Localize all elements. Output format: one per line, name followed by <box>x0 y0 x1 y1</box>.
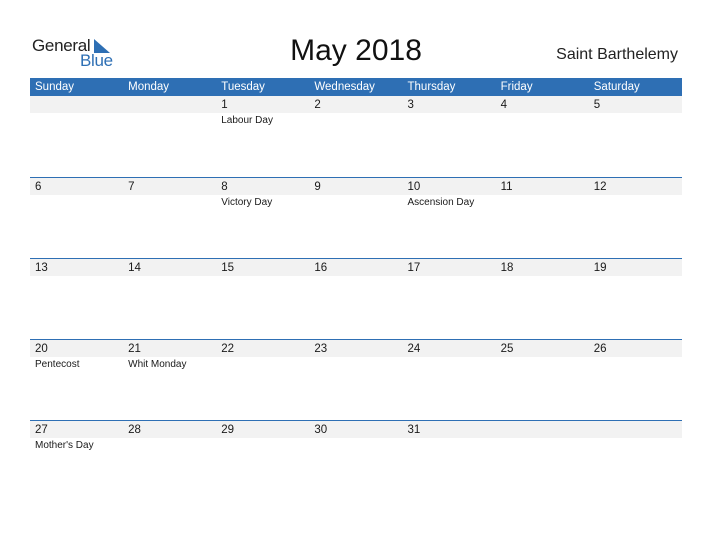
day-cell: 6 <box>30 178 123 258</box>
day-cell: 2 <box>309 96 402 176</box>
day-number: 26 <box>593 343 607 355</box>
day-number: 30 <box>314 424 328 436</box>
day-number: 20 <box>35 343 48 355</box>
day-cell <box>123 96 216 176</box>
day-cell: 26 <box>589 340 682 420</box>
day-number: 14 <box>128 262 141 274</box>
day-number: 4 <box>500 99 508 111</box>
weekday-thursday: Thursday <box>407 81 456 93</box>
weekday-wednesday: Wednesday <box>314 81 375 93</box>
calendar-grid: 1 Labour Day 2 3 4 5 6 7 8 Victory Day 9 10 Ascensio… <box>30 96 682 501</box>
week-row: 20 Pentecost 21 Whit Monday 22 23 24 25 26 <box>30 339 682 420</box>
day-number: 19 <box>593 262 607 274</box>
day-number: 9 <box>314 181 321 193</box>
day-cell: 23 <box>309 340 402 420</box>
day-number: 15 <box>221 262 235 274</box>
day-cell: 10 Ascension Day <box>403 178 496 258</box>
holiday-label: Pentecost <box>35 359 80 370</box>
day-cell: 20 Pentecost <box>30 340 123 420</box>
week-row: 6 7 8 Victory Day 9 10 Ascension Day 11 12 <box>30 177 682 258</box>
day-number: 25 <box>500 343 514 355</box>
day-cell: 8 Victory Day <box>216 178 309 258</box>
day-cell: 30 <box>309 421 402 501</box>
day-number: 5 <box>593 99 601 111</box>
day-cell: 31 <box>403 421 496 501</box>
day-cell: 1 Labour Day <box>216 96 309 176</box>
day-number: 8 <box>221 181 228 193</box>
day-number: 22 <box>221 343 235 355</box>
week-row: 1 Labour Day 2 3 4 5 <box>30 96 682 177</box>
day-cell: 13 <box>30 259 123 339</box>
day-cell <box>496 421 589 501</box>
day-number: 31 <box>407 424 421 436</box>
week-row: 27 Mother's Day 28 29 30 31 <box>30 420 682 501</box>
week-row: 13 14 15 16 17 18 19 <box>30 258 682 339</box>
holiday-label: Victory Day <box>221 197 273 208</box>
day-cell: 11 <box>496 178 589 258</box>
country-name: Saint Barthelemy <box>556 46 678 63</box>
weekday-saturday: Saturday <box>593 81 640 93</box>
weekday-tuesday: Tuesday <box>221 81 265 93</box>
day-number: 16 <box>314 262 328 274</box>
day-cell: 4 <box>496 96 589 176</box>
day-number: 2 <box>314 99 321 111</box>
day-number: 21 <box>128 343 141 355</box>
day-number: 10 <box>407 181 421 193</box>
day-number: 3 <box>407 99 414 111</box>
day-number: 18 <box>500 262 514 274</box>
holiday-label: Labour Day <box>221 115 273 126</box>
day-number: 11 <box>500 181 513 193</box>
day-number: 17 <box>407 262 421 274</box>
day-cell: 25 <box>496 340 589 420</box>
day-number: 28 <box>128 424 141 436</box>
day-cell: 5 <box>589 96 682 176</box>
day-number: 12 <box>593 181 607 193</box>
holiday-label: Mother's Day <box>35 440 94 451</box>
day-number: 1 <box>221 99 228 111</box>
day-cell: 24 <box>403 340 496 420</box>
day-cell: 9 <box>309 178 402 258</box>
day-cell: 22 <box>216 340 309 420</box>
weekday-sunday: Sunday <box>35 81 75 93</box>
day-cell: 7 <box>123 178 216 258</box>
weekday-friday: Friday <box>500 81 533 93</box>
holiday-label: Ascension Day <box>407 197 475 208</box>
day-number: 24 <box>407 343 421 355</box>
day-cell <box>589 421 682 501</box>
day-cell: 12 <box>589 178 682 258</box>
day-cell: 21 Whit Monday <box>123 340 216 420</box>
day-cell: 27 Mother's Day <box>30 421 123 501</box>
day-number: 6 <box>35 181 42 193</box>
day-number: 27 <box>35 424 48 436</box>
day-cell <box>30 96 123 176</box>
day-cell: 15 <box>216 259 309 339</box>
day-number: 7 <box>128 181 135 193</box>
day-cell: 19 <box>589 259 682 339</box>
day-cell: 3 <box>403 96 496 176</box>
day-cell: 16 <box>309 259 402 339</box>
day-cell: 14 <box>123 259 216 339</box>
weekday-header: Sunday Monday Tuesday Wednesday Thursday… <box>30 78 682 96</box>
day-number: 23 <box>314 343 328 355</box>
day-cell: 17 <box>403 259 496 339</box>
day-number: 13 <box>35 262 48 274</box>
day-cell: 28 <box>123 421 216 501</box>
day-cell: 29 <box>216 421 309 501</box>
day-number: 29 <box>221 424 235 436</box>
holiday-label: Whit Monday <box>128 359 187 370</box>
weekday-monday: Monday <box>128 81 170 93</box>
day-cell: 18 <box>496 259 589 339</box>
